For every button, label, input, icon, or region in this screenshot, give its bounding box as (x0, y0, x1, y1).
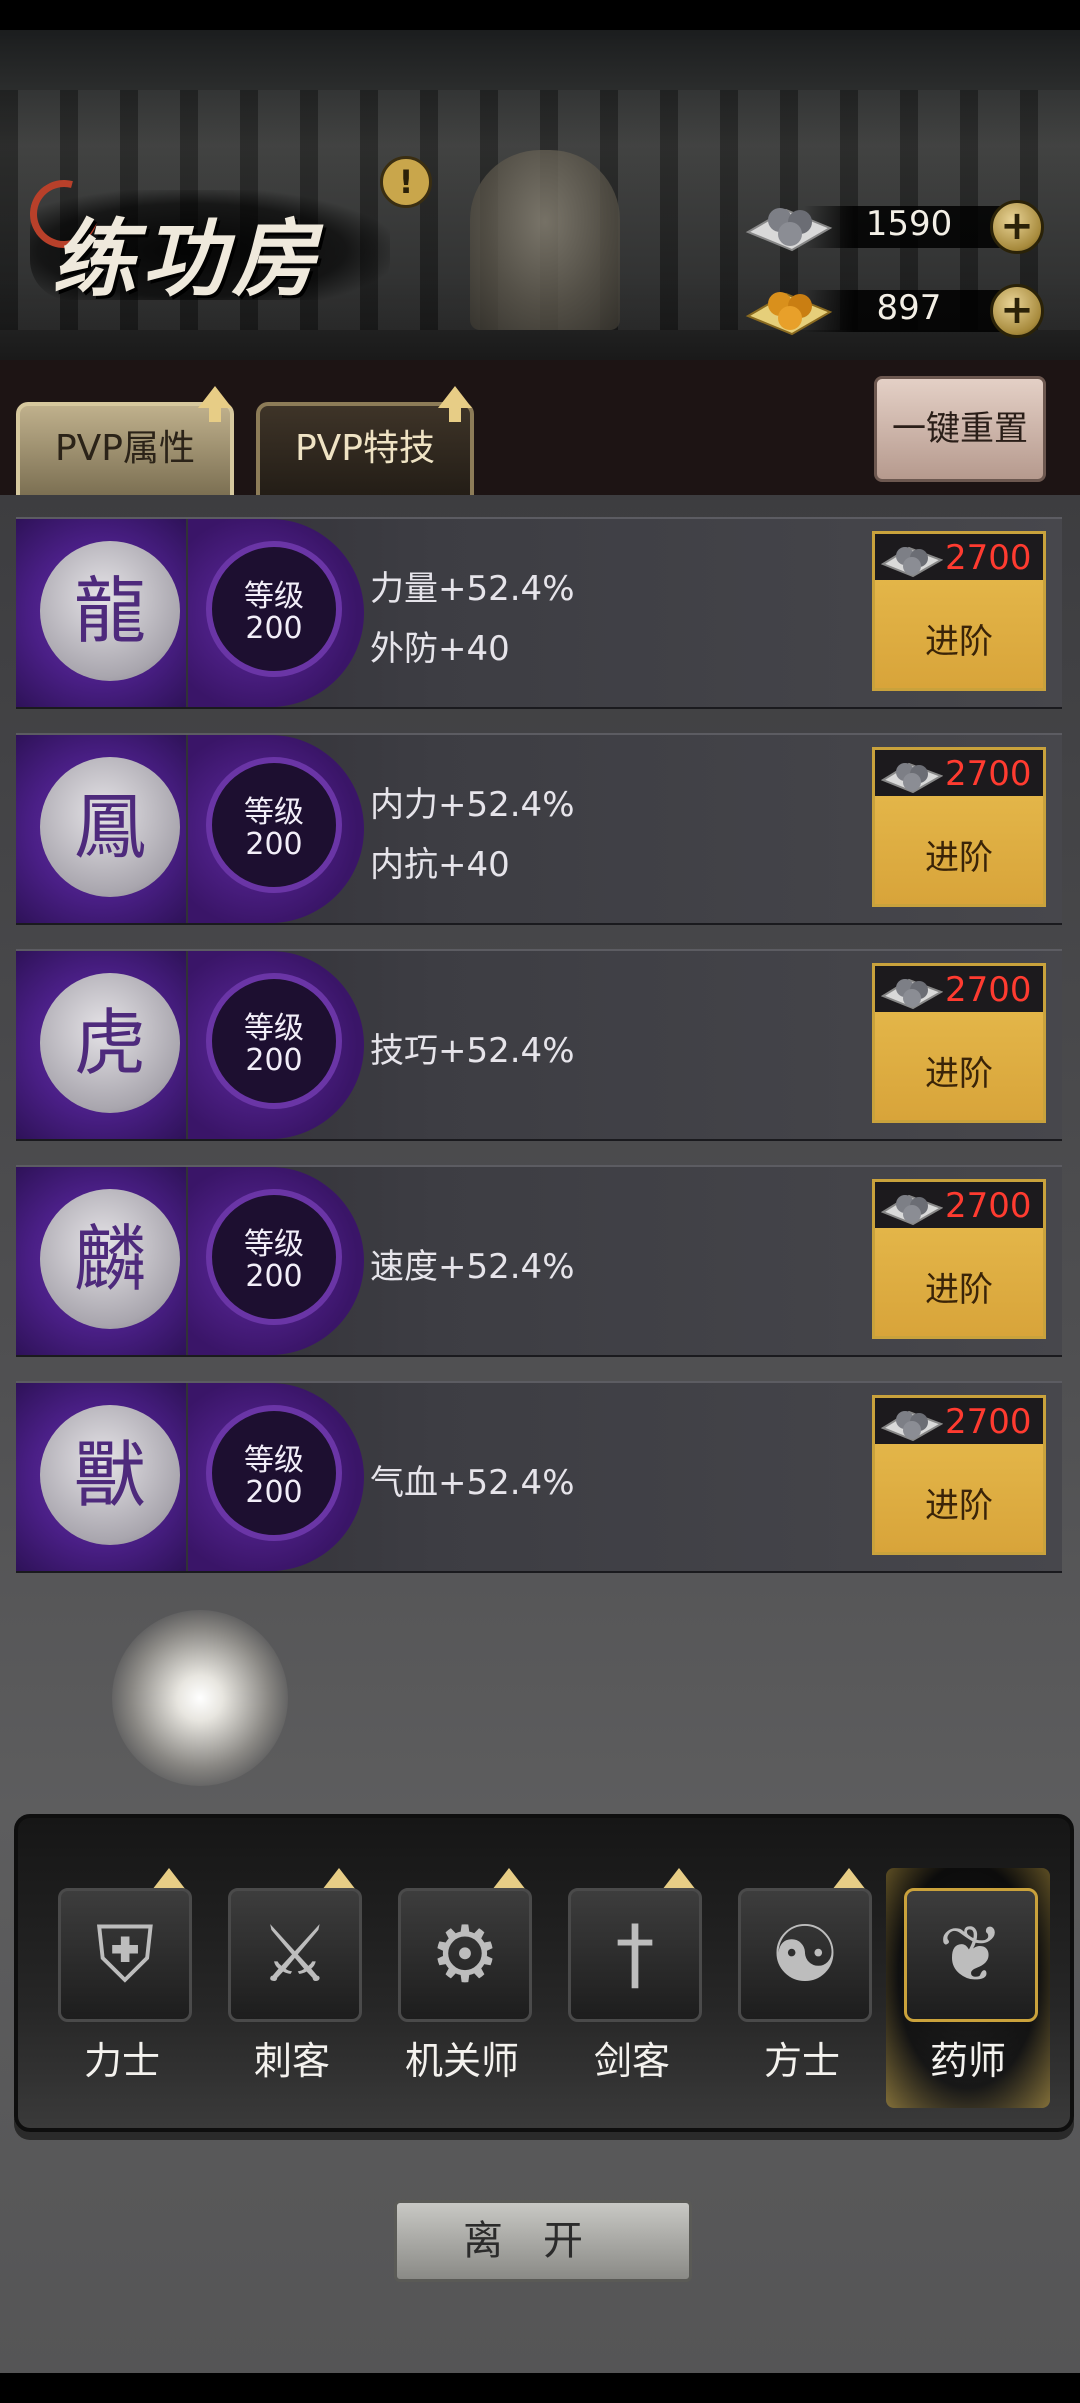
silver-orbs-icon (881, 762, 943, 794)
navigation-bar (0, 2373, 1080, 2403)
leave-button[interactable]: 离开 (394, 2200, 692, 2282)
advance-label: 进阶 (925, 622, 993, 662)
advance-button[interactable]: 2700 进阶 (872, 747, 1046, 907)
upgrade-arrow-icon (492, 1868, 526, 1904)
sword-icon: † (615, 1910, 655, 2000)
upgrade-arrow-icon (832, 1868, 866, 1904)
tab-pvp-attributes[interactable]: PVP属性 (16, 402, 234, 500)
glowing-orb (112, 1610, 288, 1786)
beast-icon: 獸 (73, 1433, 146, 1517)
shrine-background (470, 150, 620, 330)
phoenix-icon: 鳳 (73, 785, 146, 869)
silver-orbs-icon (881, 546, 943, 578)
level-badge: 等级 200 (206, 1405, 342, 1541)
advance-button[interactable]: 2700 进阶 (872, 1179, 1046, 1339)
stat-text: 速度+52.4% (370, 1247, 575, 1287)
advance-button[interactable]: 2700 进阶 (872, 1395, 1046, 1555)
level-badge: 等级 200 (206, 541, 342, 677)
attribute-row: 鳳 等级 200 内力+52.4% 内抗+40 2700 进阶 (16, 733, 1062, 925)
yin-yang-icon: ☯ (770, 1910, 840, 2000)
upgrade-arrow-icon (662, 1868, 696, 1904)
cost-value: 2700 (945, 754, 1032, 794)
add-gold-button[interactable]: + (990, 284, 1044, 338)
gold-orbs-icon (745, 292, 833, 336)
stat-text: 内力+52.4% (370, 785, 575, 825)
advance-button[interactable]: 2700 进阶 (872, 963, 1046, 1123)
attribute-row: 麟 等级 200 速度+52.4% 2700 进阶 (16, 1165, 1062, 1357)
advance-label: 进阶 (925, 1270, 993, 1310)
class-selector: ⛨ 力士 ⚔ 刺客 ⚙ 机关师 † 剑客 ☯ 方士 ❦ 药师 (14, 1814, 1074, 2132)
notice-icon[interactable]: ! (380, 156, 432, 208)
cost-value: 2700 (945, 1186, 1032, 1226)
cost-value: 2700 (945, 1402, 1032, 1442)
advance-label: 进阶 (925, 1054, 993, 1094)
advance-label: 进阶 (925, 838, 993, 878)
level-badge: 等级 200 (206, 973, 342, 1109)
class-jiguanshi[interactable]: ⚙ 机关师 (380, 1868, 544, 2108)
attribute-row: 龍 等级 200 力量+52.4% 外防+40 2700 进阶 (16, 517, 1062, 709)
gear-icon: ⚙ (430, 1910, 500, 2000)
page-title-block: 练功房 (17, 167, 410, 320)
upgrade-arrow-icon (438, 386, 472, 422)
currency-value: 1590 (865, 204, 953, 244)
page-title: 练功房 (52, 209, 323, 308)
silver-orbs-icon (881, 978, 943, 1010)
upgrade-arrow-icon (322, 1868, 356, 1904)
attribute-row: 獸 等级 200 气血+52.4% 2700 进阶 (16, 1381, 1062, 1573)
tab-pvp-skills[interactable]: PVP特技 (256, 402, 474, 500)
class-cike[interactable]: ⚔ 刺客 (210, 1868, 374, 2108)
stat-text: 内抗+40 (370, 845, 510, 885)
stat-text: 外防+40 (370, 629, 510, 669)
advance-button[interactable]: 2700 进阶 (872, 531, 1046, 691)
silver-orbs-icon (745, 208, 833, 252)
currency-value: 897 (876, 288, 942, 328)
advance-label: 进阶 (925, 1486, 993, 1526)
cost-value: 2700 (945, 538, 1032, 578)
stat-text: 气血+52.4% (370, 1463, 575, 1503)
stat-text: 力量+52.4% (370, 569, 575, 609)
attribute-row: 虎 等级 200 技巧+52.4% 2700 进阶 (16, 949, 1062, 1141)
currency-silver: 1590 + (744, 198, 1044, 254)
class-yaoshi[interactable]: ❦ 药师 (886, 1868, 1050, 2108)
level-badge: 等级 200 (206, 757, 342, 893)
silver-orbs-icon (881, 1194, 943, 1226)
status-bar (0, 0, 1080, 30)
upgrade-arrow-icon (152, 1868, 186, 1904)
dragon-icon: 龍 (73, 569, 146, 653)
stat-text: 技巧+52.4% (370, 1031, 575, 1071)
claw-blade-icon: ⚔ (260, 1910, 330, 2000)
header: 练功房 ! 1590 + 897 + (0, 30, 1080, 360)
class-fangshi[interactable]: ☯ 方士 (720, 1868, 884, 2108)
currency-gold: 897 + (744, 282, 1044, 338)
shield-icon: ⛨ (95, 1910, 155, 2000)
class-jianke[interactable]: † 剑客 (550, 1868, 714, 2108)
add-silver-button[interactable]: + (990, 200, 1044, 254)
cost-value: 2700 (945, 970, 1032, 1010)
silver-orbs-icon (881, 1410, 943, 1442)
level-badge: 等级 200 (206, 1189, 342, 1325)
reset-all-button[interactable]: 一键重置 (874, 376, 1046, 482)
tiger-icon: 虎 (73, 1001, 146, 1085)
class-lishi[interactable]: ⛨ 力士 (40, 1868, 204, 2108)
tab-bar: PVP属性 PVP特技 一键重置 (0, 360, 1080, 500)
qilin-icon: 麟 (73, 1217, 146, 1301)
herb-gourd-icon: ❦ (938, 1910, 1004, 2000)
upgrade-arrow-icon (198, 386, 232, 422)
